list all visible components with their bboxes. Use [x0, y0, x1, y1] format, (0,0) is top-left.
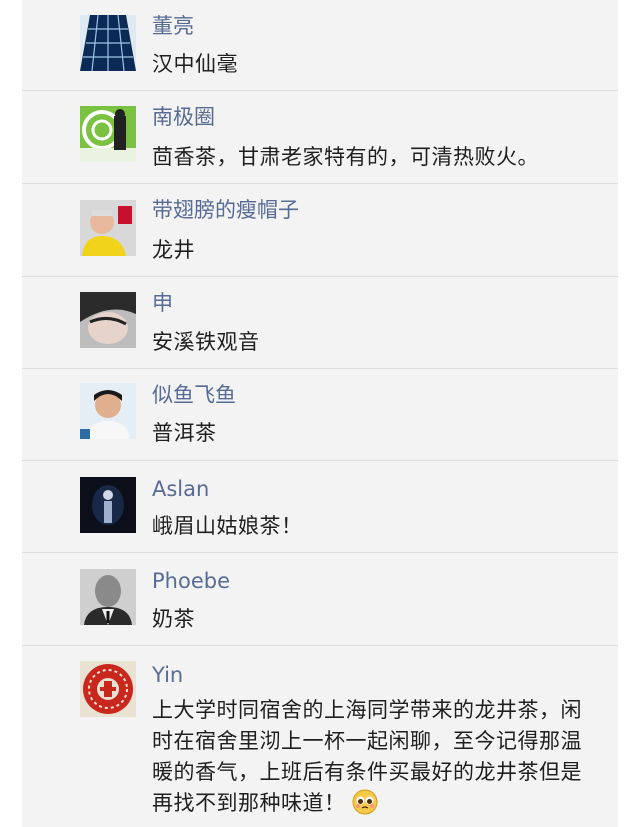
comment-text: 奶茶: [152, 607, 195, 631]
commenter-name[interactable]: Aslan: [152, 476, 209, 502]
avatar-woman-portrait-icon[interactable]: [80, 292, 136, 348]
comment-text: 茴香茶，甘肃老家特有的，可清热败火。: [152, 145, 539, 169]
avatar-skyscraper-icon[interactable]: [80, 15, 136, 71]
comment-text: 峨眉山姑娘茶！: [152, 514, 303, 538]
comment-text: 安溪铁观音: [152, 330, 260, 354]
comment-item: 似鱼飞鱼 普洱茶: [22, 369, 618, 461]
pleading-face-emoji-icon: [352, 789, 378, 815]
commenter-name[interactable]: 南极圈: [152, 104, 215, 130]
commenter-name[interactable]: Yin: [152, 662, 183, 688]
commenter-name[interactable]: 董亮: [152, 13, 194, 39]
comment-item: Yin 上大学时同宿舍的上海同学带来的龙井茶，闲时在宿舍里沏上一杯一起闲聊，至今…: [22, 646, 618, 827]
comment-text: 汉中仙毫: [152, 52, 238, 76]
commenter-name[interactable]: Phoebe: [152, 568, 230, 594]
commenter-name[interactable]: 申: [152, 290, 173, 316]
comment-text: 普洱茶: [152, 421, 217, 445]
commenter-name[interactable]: 似鱼飞鱼: [152, 382, 236, 408]
avatar-dark-figure-icon[interactable]: [80, 477, 136, 533]
avatar-young-man-icon[interactable]: [80, 383, 136, 439]
comment-list: 董亮 汉中仙毫 南极圈 茴香茶，甘肃老家特有的，可清热败火。 带翅膀的瘦帽子 龙…: [22, 0, 618, 827]
comment-item: Phoebe 奶茶: [22, 553, 618, 646]
avatar-green-figure-icon[interactable]: [80, 106, 136, 162]
comment-item: Aslan 峨眉山姑娘茶！: [22, 461, 618, 553]
avatar-bald-man-icon[interactable]: [80, 569, 136, 625]
avatar-red-fu-papercut-icon[interactable]: [80, 661, 136, 717]
comment-item: 南极圈 茴香茶，甘肃老家特有的，可清热败火。: [22, 91, 618, 184]
comment-item: 申 安溪铁观音: [22, 277, 618, 369]
comment-text: 龙井: [152, 238, 195, 262]
comment-item: 带翅膀的瘦帽子 龙井: [22, 184, 618, 277]
comment-text: 上大学时同宿舍的上海同学带来的龙井茶，闲时在宿舍里沏上一杯一起闲聊，至今记得那温…: [152, 695, 602, 819]
comment-item: 董亮 汉中仙毫: [22, 0, 618, 91]
commenter-name[interactable]: 带翅膀的瘦帽子: [152, 197, 299, 223]
avatar-man-yellow-shirt-icon[interactable]: [80, 200, 136, 256]
